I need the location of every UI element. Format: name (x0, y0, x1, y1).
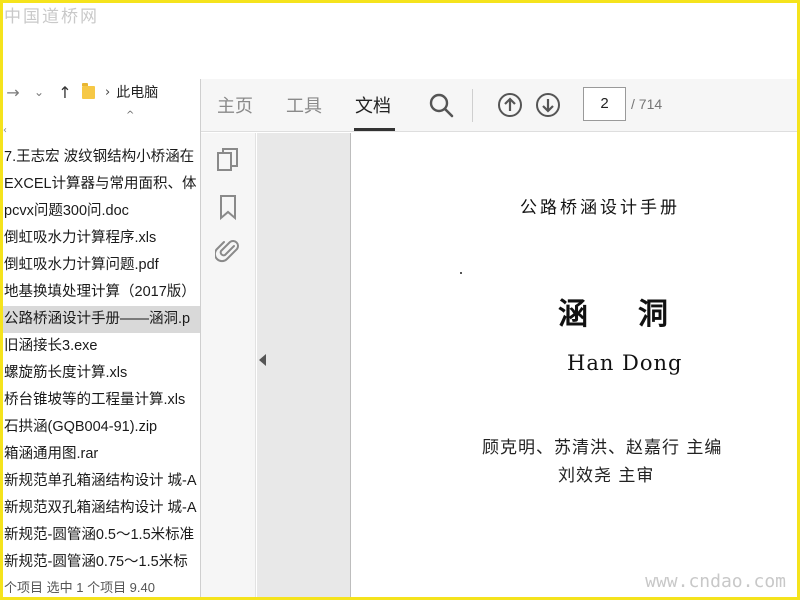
document-series-title: 公路桥涵设计手册 (520, 198, 680, 218)
tab-document[interactable]: 文档 (355, 92, 391, 118)
page-gutter (257, 133, 351, 600)
collapse-left-icon[interactable] (259, 354, 266, 366)
file-item[interactable]: 7.王志宏 波纹钢结构小桥涵在 (0, 144, 200, 171)
file-item[interactable]: 倒虹吸水力计算问题.pdf (0, 252, 200, 279)
active-tab-indicator (354, 128, 395, 131)
explorer-nav-bar: → ⌄ ↑ › 此电脑 (0, 78, 200, 106)
page-total: / 714 (631, 96, 663, 112)
watermark-bottom: www.cndao.com (645, 571, 786, 592)
viewer-toolbar: 主页 工具 文档 2 / 714 (201, 79, 800, 132)
file-explorer-pane: → ⌄ ↑ › 此电脑 ^ ‹ 7.王志宏 波纹钢结构小桥涵在 EXCEL计算器… (0, 78, 200, 600)
file-item-selected[interactable]: 公路桥涵设计手册——涵洞.p (0, 306, 200, 333)
up-arrow-icon[interactable]: ↑ (52, 83, 78, 102)
explorer-status-bar: 个项目 选中 1 个项目 9.40 (4, 580, 155, 595)
file-item[interactable]: 新规范-圆管涵0.75～1.5米标 (0, 549, 200, 576)
toolbar-divider (472, 89, 473, 122)
file-item[interactable]: 地基换填处理计算（2017版） (0, 279, 200, 306)
arrow-down-circle-icon[interactable] (535, 92, 561, 118)
pdf-viewer: 主页 工具 文档 2 / 714 公路桥涵设计手册 涵洞 Han Dong 顾克… (200, 79, 800, 600)
sort-caret-icon[interactable]: ^ (126, 110, 134, 121)
chevron-down-icon[interactable]: ⌄ (26, 85, 52, 99)
file-item[interactable]: 新规范双孔箱涵结构设计 城-A (0, 495, 200, 522)
side-panel (201, 133, 256, 600)
document-title: 涵洞 (558, 297, 718, 332)
file-item[interactable]: pcvx问题300问.doc (0, 198, 200, 225)
file-item[interactable]: EXCEL计算器与常用面积、体 (0, 171, 200, 198)
document-reviewer: 刘效尧 主审 (558, 466, 655, 486)
scan-speck (460, 272, 462, 274)
pages-copy-icon[interactable] (215, 147, 241, 175)
page-number-input[interactable]: 2 (583, 87, 626, 121)
paperclip-icon[interactable] (215, 237, 241, 265)
tab-home[interactable]: 主页 (217, 92, 253, 118)
document-page: 公路桥涵设计手册 涵洞 Han Dong 顾克明、苏清洪、赵嘉行 主编 刘效尧 … (352, 133, 800, 600)
breadcrumb[interactable]: 此电脑 (116, 82, 158, 102)
file-item[interactable]: 石拱涵(GQB004-91).zip (0, 414, 200, 441)
back-arrow-icon[interactable]: → (0, 83, 26, 102)
document-editors: 顾克明、苏清洪、赵嘉行 主编 (482, 438, 723, 458)
file-item[interactable]: 螺旋筋长度计算.xls (0, 360, 200, 387)
breadcrumb-separator: › (105, 84, 111, 100)
file-list: 7.王志宏 波纹钢结构小桥涵在 EXCEL计算器与常用面积、体 pcvx问题30… (0, 144, 200, 576)
document-subtitle: Han Dong (567, 351, 683, 375)
file-item[interactable]: 新规范单孔箱涵结构设计 城-A (0, 468, 200, 495)
search-icon[interactable] (428, 92, 454, 118)
file-item[interactable]: 桥台锥坡等的工程量计算.xls (0, 387, 200, 414)
collapse-mark: ‹ (3, 125, 7, 136)
file-item[interactable]: 箱涵通用图.rar (0, 441, 200, 468)
file-item[interactable]: 倒虹吸水力计算程序.xls (0, 225, 200, 252)
tab-tools[interactable]: 工具 (286, 92, 322, 118)
folder-icon (82, 82, 95, 99)
bookmark-icon[interactable] (215, 193, 241, 221)
arrow-up-circle-icon[interactable] (497, 92, 523, 118)
file-item[interactable]: 新规范-圆管涵0.5～1.5米标准 (0, 522, 200, 549)
file-item[interactable]: 旧涵接长3.exe (0, 333, 200, 360)
watermark-top: 中国道桥网 (4, 7, 99, 27)
